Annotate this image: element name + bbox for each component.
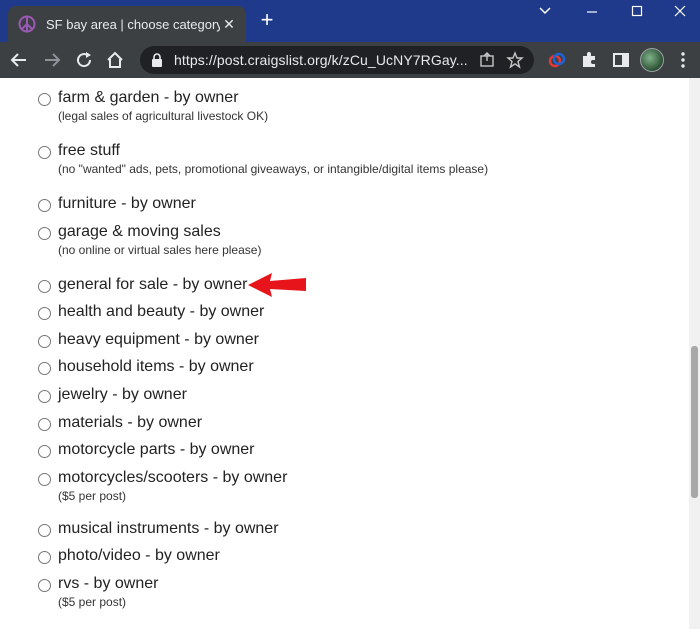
radio-button[interactable]: [38, 146, 51, 159]
category-label[interactable]: photo/video - by owner: [58, 547, 220, 565]
category-label[interactable]: health and beauty - by owner: [58, 303, 264, 321]
extension-logo-icon[interactable]: [547, 50, 567, 70]
radio-button[interactable]: [38, 473, 51, 486]
profile-avatar[interactable]: [640, 48, 664, 72]
url-text: https://post.craigslist.org/k/zCu_UcNY7R…: [174, 52, 468, 68]
category-label[interactable]: farm & garden - by owner: [58, 89, 239, 107]
radio-button[interactable]: [38, 362, 51, 375]
category-label[interactable]: rvs - by owner: [58, 575, 158, 593]
radio-button[interactable]: [38, 199, 51, 212]
reload-icon[interactable]: [74, 50, 94, 70]
close-tab-icon[interactable]: ✕: [220, 16, 238, 33]
bookmark-star-icon[interactable]: [506, 51, 524, 69]
extensions-puzzle-icon[interactable]: [579, 50, 599, 70]
new-tab-button[interactable]: +: [256, 9, 278, 32]
red-arrow-icon: [248, 273, 306, 297]
category-label[interactable]: household items - by owner: [58, 358, 254, 376]
minimize-icon[interactable]: [577, 4, 607, 24]
maximize-icon[interactable]: [622, 4, 652, 24]
radio-button[interactable]: [38, 280, 51, 293]
category-label[interactable]: general for sale - by owner: [58, 276, 247, 294]
browser-toolbar: https://post.craigslist.org/k/zCu_UcNY7R…: [0, 42, 700, 78]
category-note: (no online or virtual sales here please): [58, 243, 262, 257]
radio-button[interactable]: [38, 418, 51, 431]
home-icon[interactable]: [105, 50, 125, 70]
category-label[interactable]: materials - by owner: [58, 414, 202, 432]
radio-button[interactable]: [38, 579, 51, 592]
share-icon[interactable]: [478, 51, 496, 69]
category-label[interactable]: musical instruments - by owner: [58, 520, 279, 538]
address-bar[interactable]: https://post.craigslist.org/k/zCu_UcNY7R…: [140, 46, 534, 74]
category-label[interactable]: furniture - by owner: [58, 195, 196, 213]
category-note: ($5 per post): [58, 489, 127, 503]
category-list: farm & garden - by owner (legal sales of…: [0, 78, 689, 629]
category-label[interactable]: motorcycle parts - by owner: [58, 441, 255, 459]
tab-search-icon[interactable]: [530, 4, 560, 24]
back-icon[interactable]: [9, 50, 29, 70]
peace-sign-icon: [18, 15, 36, 33]
lock-icon[interactable]: [150, 52, 164, 68]
category-label[interactable]: jewelry - by owner: [58, 386, 187, 404]
category-note: (no "wanted" ads, pets, promotional give…: [58, 162, 489, 176]
radio-button[interactable]: [38, 93, 51, 106]
radio-button[interactable]: [38, 307, 51, 320]
close-window-icon[interactable]: [665, 4, 695, 24]
category-note: (legal sales of agricultural livestock O…: [58, 109, 269, 123]
browser-tab[interactable]: SF bay area | choose category ✕: [8, 6, 246, 42]
radio-button[interactable]: [38, 335, 51, 348]
radio-button[interactable]: [38, 445, 51, 458]
category-label[interactable]: heavy equipment - by owner: [58, 331, 259, 349]
category-label[interactable]: garage & moving sales: [58, 223, 221, 241]
browser-tab-strip: SF bay area | choose category ✕ +: [0, 0, 700, 42]
side-panel-icon[interactable]: [611, 50, 631, 70]
category-label[interactable]: motorcycles/scooters - by owner: [58, 469, 287, 487]
category-note: ($5 per post): [58, 595, 127, 609]
radio-button[interactable]: [38, 390, 51, 403]
radio-button[interactable]: [38, 551, 51, 564]
radio-button[interactable]: [38, 524, 51, 537]
tab-title: SF bay area | choose category: [46, 16, 220, 32]
menu-dots-icon[interactable]: [680, 51, 686, 69]
radio-button[interactable]: [38, 227, 51, 240]
category-label[interactable]: free stuff: [58, 142, 120, 160]
scrollbar-thumb[interactable]: [691, 346, 698, 498]
forward-icon[interactable]: [42, 50, 62, 70]
